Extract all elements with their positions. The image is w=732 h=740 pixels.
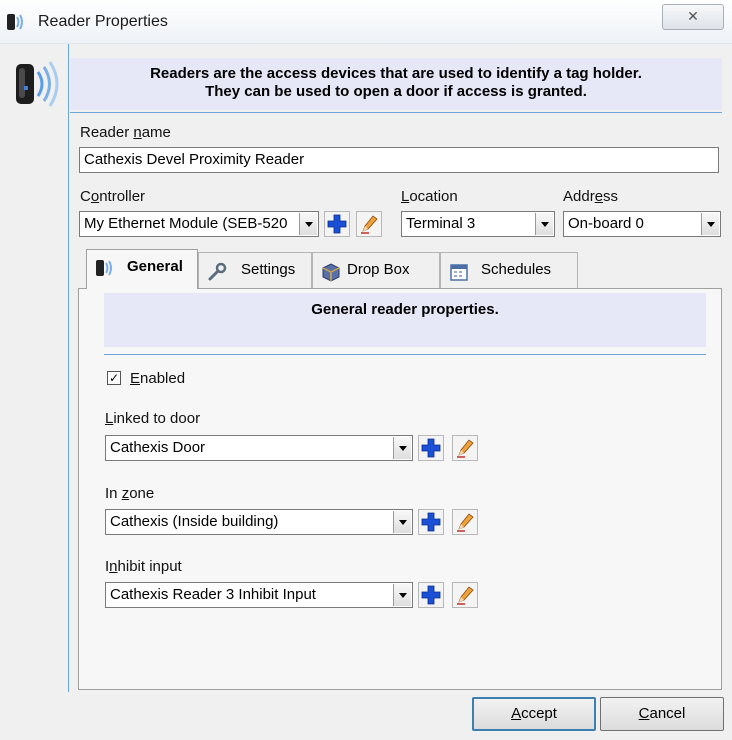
inhibit-value: Cathexis Reader 3 Inhibit Input bbox=[110, 586, 316, 603]
tab-panel-general bbox=[78, 288, 722, 690]
banner-line-1: Readers are the access devices that are … bbox=[150, 65, 642, 82]
chevron-down-icon[interactable] bbox=[535, 213, 553, 235]
add-icon bbox=[421, 585, 441, 605]
reader-name-input[interactable]: Cathexis Devel Proximity Reader bbox=[79, 147, 719, 173]
controller-label: Controller bbox=[80, 188, 146, 205]
address-select[interactable]: On-board 0 bbox=[563, 211, 721, 237]
pencil-icon bbox=[457, 439, 474, 458]
location-value: Terminal 3 bbox=[406, 215, 476, 232]
general-banner: General reader properties. bbox=[104, 293, 706, 347]
zone-select[interactable]: Cathexis (Inside building) bbox=[105, 509, 413, 535]
reader-device-icon bbox=[16, 61, 59, 107]
inhibit-select[interactable]: Cathexis Reader 3 Inhibit Input bbox=[105, 582, 413, 608]
reader-name-label: Reader name bbox=[80, 124, 171, 141]
reader-name-value: Cathexis Devel Proximity Reader bbox=[84, 151, 305, 168]
left-gutter bbox=[0, 44, 70, 740]
tab-drop-box[interactable]: Drop Box bbox=[312, 252, 440, 288]
linked-door-label: Linked to door bbox=[105, 410, 201, 427]
zone-value: Cathexis (Inside building) bbox=[110, 513, 279, 530]
title-bar: Reader Properties ✕ bbox=[0, 0, 732, 44]
address-value: On-board 0 bbox=[568, 215, 644, 232]
add-door-button[interactable] bbox=[418, 435, 444, 461]
general-banner-divider bbox=[104, 354, 706, 355]
location-label: Location bbox=[401, 188, 458, 205]
close-icon: ✕ bbox=[687, 9, 699, 25]
add-icon bbox=[421, 438, 441, 458]
cancel-button[interactable]: Cancel bbox=[600, 697, 724, 731]
tab-settings[interactable]: Settings bbox=[198, 252, 312, 288]
edit-controller-button[interactable] bbox=[356, 211, 382, 237]
reader-properties-window: Reader Properties ✕ Readers are the acce… bbox=[0, 0, 732, 740]
reader-icon bbox=[7, 14, 23, 30]
gutter-divider bbox=[68, 44, 69, 692]
window-title: Reader Properties bbox=[38, 13, 168, 30]
chevron-down-icon[interactable] bbox=[393, 437, 411, 459]
box-icon bbox=[322, 263, 340, 282]
tab-schedules[interactable]: Schedules bbox=[440, 252, 578, 288]
chevron-down-icon[interactable] bbox=[701, 213, 719, 235]
calendar-icon bbox=[450, 264, 468, 281]
controller-select[interactable]: My Ethernet Module (SEB-520 bbox=[79, 211, 319, 237]
linked-door-select[interactable]: Cathexis Door bbox=[105, 435, 413, 461]
pencil-icon bbox=[457, 513, 474, 532]
pencil-icon bbox=[361, 215, 378, 234]
banner-divider bbox=[70, 112, 722, 113]
chevron-down-icon[interactable] bbox=[393, 511, 411, 533]
controller-value: My Ethernet Module (SEB-520 bbox=[84, 215, 288, 232]
enabled-label[interactable]: Enabled bbox=[130, 370, 185, 387]
edit-inhibit-button[interactable] bbox=[452, 582, 478, 608]
add-icon bbox=[421, 512, 441, 532]
chevron-down-icon[interactable] bbox=[393, 584, 411, 606]
edit-door-button[interactable] bbox=[452, 435, 478, 461]
add-inhibit-button[interactable] bbox=[418, 582, 444, 608]
banner-line-2: They can be used to open a door if acces… bbox=[205, 83, 587, 100]
add-icon bbox=[327, 214, 347, 234]
edit-zone-button[interactable] bbox=[452, 509, 478, 535]
inhibit-label: Inhibit input bbox=[105, 558, 182, 575]
linked-door-value: Cathexis Door bbox=[110, 439, 206, 456]
zone-label: In zone bbox=[105, 485, 155, 502]
location-select[interactable]: Terminal 3 bbox=[401, 211, 555, 237]
wrench-icon bbox=[208, 262, 227, 281]
close-button[interactable]: ✕ bbox=[662, 4, 724, 30]
address-label: Address bbox=[563, 188, 619, 205]
reader-icon bbox=[96, 260, 112, 276]
enabled-checkbox[interactable]: ✓ bbox=[107, 371, 121, 385]
add-zone-button[interactable] bbox=[418, 509, 444, 535]
header-banner: Readers are the access devices that are … bbox=[70, 58, 722, 110]
chevron-down-icon[interactable] bbox=[299, 213, 317, 235]
accept-button[interactable]: Accept bbox=[472, 697, 596, 731]
checkmark-icon: ✓ bbox=[108, 371, 120, 385]
tab-general[interactable]: General bbox=[86, 249, 198, 289]
pencil-icon bbox=[457, 586, 474, 605]
add-controller-button[interactable] bbox=[324, 211, 350, 237]
